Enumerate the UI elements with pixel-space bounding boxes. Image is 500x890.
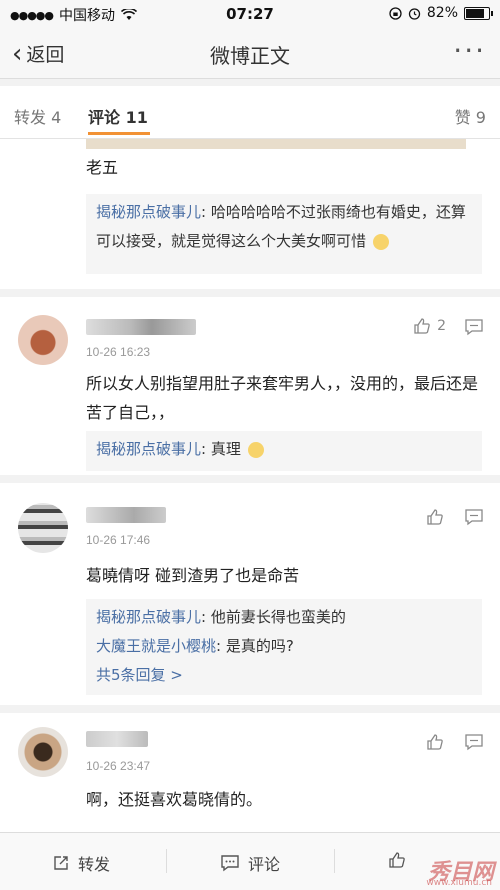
- username[interactable]: [86, 507, 166, 523]
- comment-time: 10-26 23:47: [86, 759, 151, 773]
- battery-percent: 82%: [426, 5, 458, 21]
- comment-time: 10-26 17:46: [86, 533, 151, 547]
- reply-author[interactable]: 揭秘那点破事儿: [96, 203, 201, 221]
- comment-icon: [221, 855, 239, 872]
- reply-text: : 真理: [201, 440, 241, 458]
- comment-item: 老五 揭秘那点破事儿: 哈哈哈哈哈不过张雨绮也有婚史，还算可以接受，就是觉得这么…: [0, 139, 500, 289]
- page-title: 微博正文: [210, 44, 290, 68]
- reply-author[interactable]: 揭秘那点破事儿: [96, 608, 201, 626]
- repost-icon: [54, 856, 68, 870]
- thumbs-up-icon: [389, 852, 405, 868]
- watermark-url: www.xiumu.cn: [426, 878, 492, 888]
- username[interactable]: [86, 731, 148, 747]
- clipped-text-fragment: [86, 139, 466, 149]
- tab-comments[interactable]: 评论 11: [88, 104, 148, 128]
- comment-button[interactable]: 评论: [220, 851, 280, 875]
- bottom-action-bar: 转发 评论 秀目网 www.xiumu.cn: [0, 832, 500, 890]
- reply-icon[interactable]: [464, 733, 484, 751]
- divider: [166, 849, 167, 873]
- reply-text: : 是真的吗?: [216, 637, 294, 655]
- reply-icon[interactable]: [464, 318, 484, 336]
- comment-text: 老五: [86, 158, 119, 177]
- reply-icon[interactable]: [464, 508, 484, 526]
- comment-list[interactable]: 老五 揭秘那点破事儿: 哈哈哈哈哈不过张雨绮也有婚史，还算可以接受，就是觉得这么…: [0, 139, 500, 832]
- repost-button[interactable]: 转发: [52, 851, 110, 875]
- like-button[interactable]: 2: [413, 317, 446, 335]
- active-tab-indicator: [88, 132, 150, 135]
- comment-item: 10-26 23:47 啊，还挺喜欢葛晓倩的。: [0, 713, 500, 832]
- tab-likes[interactable]: 赞 9: [455, 104, 486, 128]
- battery-icon: [464, 6, 493, 20]
- like-count: 2: [437, 318, 446, 334]
- comment-item: 10-26 16:23 2 所以女人别指望用肚子来套牢男人，，没用的，最后还是苦…: [0, 297, 500, 475]
- lock-rotation-icon: [389, 6, 402, 20]
- avatar[interactable]: [18, 727, 68, 777]
- reply-author[interactable]: 大魔王就是小樱桃: [96, 637, 216, 655]
- comment-text: 葛曉倩呀 碰到渣男了也是命苦: [86, 566, 300, 585]
- divider: [334, 849, 335, 873]
- reply-box[interactable]: 揭秘那点破事儿: 他前妻长得也蛮美的 大魔王就是小樱桃: 是真的吗? 共5条回复…: [86, 599, 482, 695]
- thumbs-up-emoji-icon: [247, 441, 264, 458]
- thumbs-up-icon: [414, 318, 430, 334]
- status-right: 82%: [389, 5, 493, 21]
- comment-item: 10-26 17:46 葛曉倩呀 碰到渣男了也是命苦 揭秘那点破事儿: 他前妻长…: [0, 483, 500, 705]
- sad-emoji-icon: [372, 233, 389, 250]
- username[interactable]: [86, 319, 196, 335]
- comment-text: 所以女人别指望用肚子来套牢男人，，没用的，最后还是苦了自己，，: [86, 374, 479, 422]
- more-options-icon[interactable]: ···: [453, 34, 486, 67]
- avatar[interactable]: [18, 503, 68, 553]
- status-bar: ●●●●● 中国移动 07:27 82%: [0, 0, 500, 28]
- comment-time: 10-26 16:23: [86, 345, 151, 359]
- reply-box[interactable]: 揭秘那点破事儿: 哈哈哈哈哈不过张雨绮也有婚史，还算可以接受，就是觉得这么个大美…: [86, 194, 482, 274]
- comment-label: 评论: [248, 855, 281, 874]
- comment-text: 啊，还挺喜欢葛晓倩的。: [86, 790, 263, 809]
- thumbs-up-icon[interactable]: [426, 508, 444, 526]
- thumbs-up-icon[interactable]: [426, 733, 444, 751]
- alarm-icon: [408, 7, 421, 20]
- tab-reposts[interactable]: 转发 4: [14, 104, 61, 128]
- reply-author[interactable]: 揭秘那点破事儿: [96, 440, 201, 458]
- avatar[interactable]: [18, 315, 68, 365]
- tab-bar: 转发 4 评论 11 赞 9: [0, 86, 500, 139]
- reply-box[interactable]: 揭秘那点破事儿: 真理: [86, 431, 482, 471]
- more-replies-link[interactable]: 共5条回复 >: [96, 661, 472, 690]
- like-button[interactable]: [388, 851, 406, 869]
- repost-label: 转发: [78, 855, 111, 874]
- nav-bar: ‹ 返回 微博正文 ···: [0, 28, 500, 79]
- reply-text: : 他前妻长得也蛮美的: [201, 608, 346, 626]
